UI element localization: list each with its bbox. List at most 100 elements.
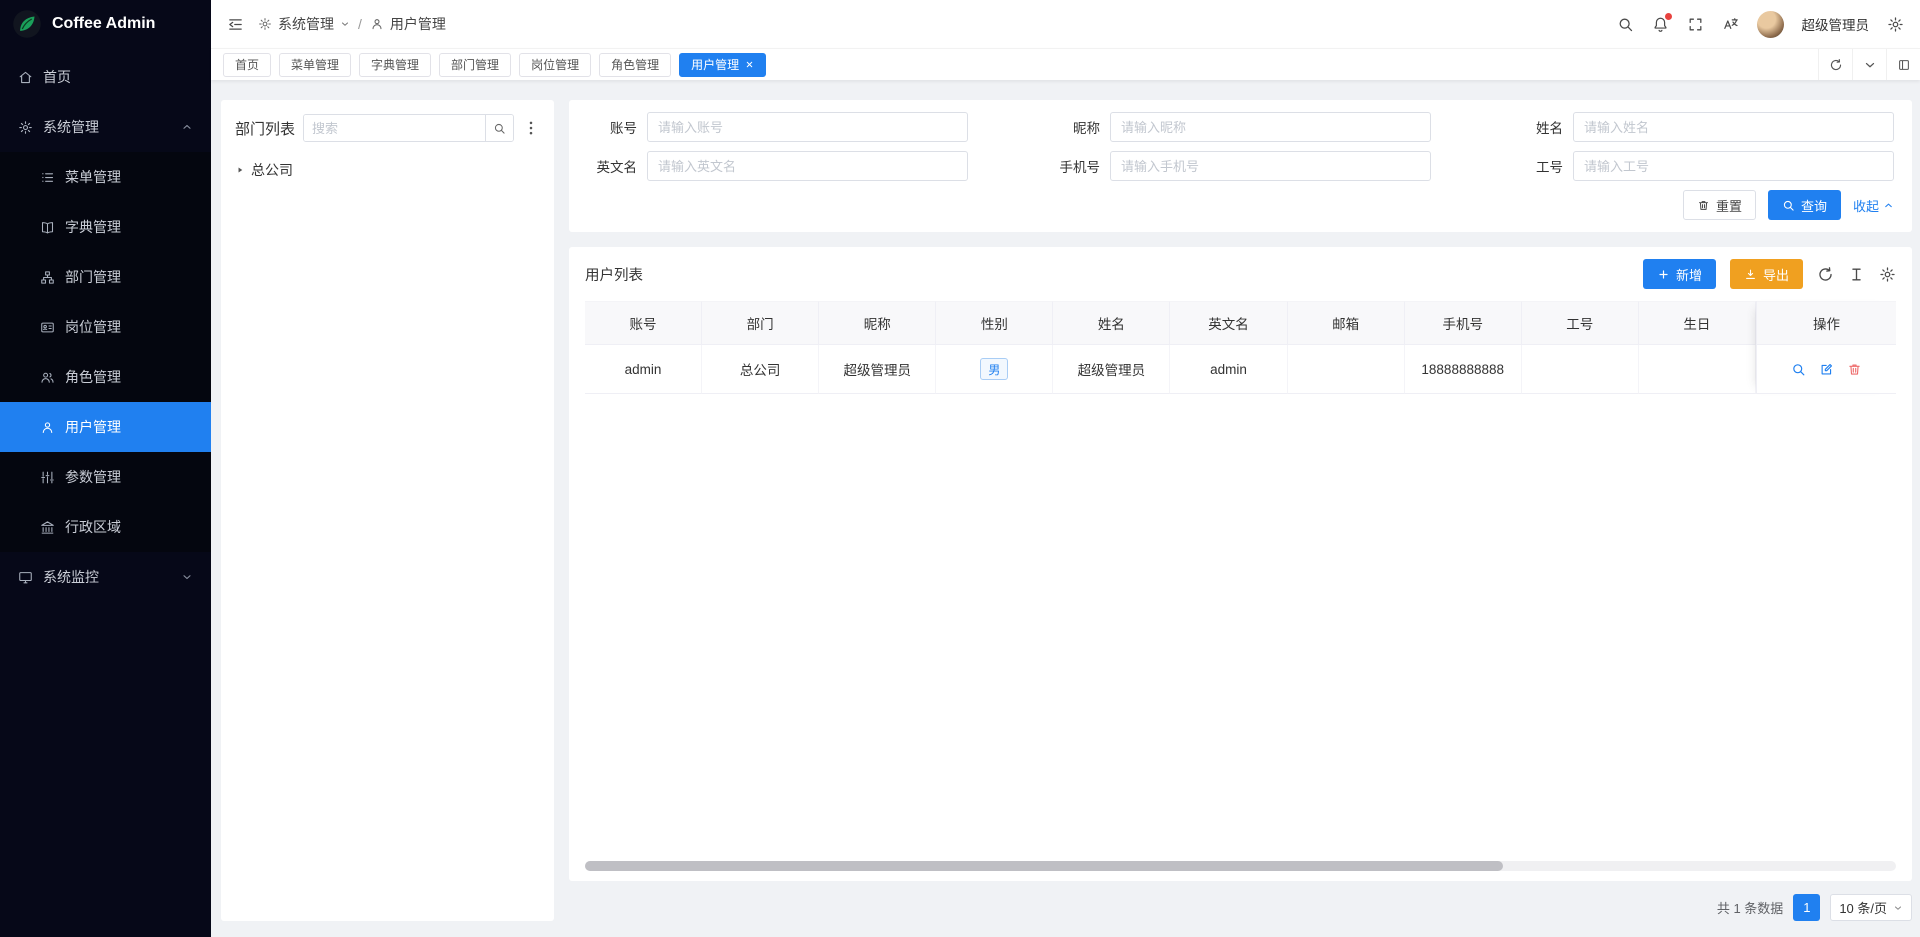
tab-menu-management[interactable]: 菜单管理 (279, 53, 351, 77)
department-search (303, 114, 514, 142)
total-count: 共 1 条数据 (1717, 898, 1783, 917)
sidebar-menu: 首页 系统管理 菜单管理 字典管理 部门管理 岗位管理 (0, 48, 211, 937)
refresh-icon[interactable] (1818, 49, 1852, 80)
chevron-down-icon[interactable] (1852, 49, 1886, 80)
tab-label: 岗位管理 (531, 56, 579, 73)
sidebar-item-param-management[interactable]: 参数管理 (0, 452, 211, 502)
sidebar-item-system-management[interactable]: 系统管理 (0, 102, 211, 152)
tab-role-management[interactable]: 角色管理 (599, 53, 671, 77)
settings-gear-icon[interactable] (1887, 16, 1904, 33)
sidebar-item-dict-management[interactable]: 字典管理 (0, 202, 211, 252)
book-icon (40, 220, 55, 235)
search-icon[interactable] (1617, 16, 1634, 33)
search-icon (1782, 199, 1795, 212)
breadcrumb-item-user[interactable]: 用户管理 (390, 14, 446, 34)
filter-field-english-name: 英文名 (583, 151, 968, 181)
caret-right-icon[interactable] (235, 165, 245, 175)
tab-home[interactable]: 首页 (223, 53, 271, 77)
sidebar-item-post-management[interactable]: 岗位管理 (0, 302, 211, 352)
delete-icon[interactable] (1847, 362, 1862, 377)
sidebar-item-system-monitor[interactable]: 系统监控 (0, 552, 211, 602)
english-name-input[interactable] (647, 151, 968, 181)
breadcrumb-item-system[interactable]: 系统管理 (278, 14, 334, 34)
table-empty-space (585, 394, 1896, 853)
horizontal-scrollbar[interactable] (585, 861, 1896, 871)
column-header-department: 部门 (702, 301, 819, 345)
sidebar-item-dept-management[interactable]: 部门管理 (0, 252, 211, 302)
department-search-input[interactable] (304, 115, 485, 141)
edit-icon[interactable] (1819, 362, 1834, 377)
collapse-filters-link[interactable]: 收起 (1853, 196, 1894, 215)
page-button-1[interactable]: 1 (1793, 894, 1820, 921)
field-label: 昵称 (1046, 117, 1110, 137)
translate-icon[interactable] (1722, 16, 1739, 33)
page-size-select[interactable]: 10 条/页 (1830, 894, 1912, 921)
notifications-button[interactable] (1652, 16, 1669, 33)
filter-field-name: 姓名 (1509, 112, 1894, 142)
search-icon (493, 122, 506, 135)
search-filter-card: 账号 昵称 姓名 英文名 (569, 100, 1912, 232)
sidebar-item-user-management[interactable]: 用户管理 (0, 402, 211, 452)
monitor-icon (18, 570, 33, 585)
tree-node-label: 总公司 (251, 160, 293, 180)
cell-email (1288, 345, 1405, 394)
sidebar-item-label: 字典管理 (65, 217, 121, 237)
add-button[interactable]: 新增 (1643, 259, 1716, 289)
cell-nickname: 超级管理员 (819, 345, 936, 394)
sidebar-item-label: 系统管理 (43, 117, 99, 137)
column-header-gender: 性别 (936, 301, 1053, 345)
table-body: 账号 部门 昵称 性别 姓名 英文名 邮箱 手机号 工号 生日 (585, 301, 1756, 394)
column-header-birthday: 生日 (1639, 301, 1756, 345)
user-avatar[interactable] (1757, 11, 1784, 38)
sidebar-item-admin-region[interactable]: 行政区域 (0, 502, 211, 552)
cell-account: admin (585, 345, 702, 394)
column-settings-gear-icon[interactable] (1879, 266, 1896, 283)
tab-label: 角色管理 (611, 56, 659, 73)
tab-label: 菜单管理 (291, 56, 339, 73)
column-header-email: 邮箱 (1288, 301, 1405, 345)
add-label: 新增 (1676, 265, 1702, 284)
query-button[interactable]: 查询 (1768, 190, 1841, 220)
org-icon (40, 270, 55, 285)
more-dots-icon[interactable] (522, 119, 540, 137)
close-icon[interactable] (745, 60, 754, 69)
work-no-input[interactable] (1573, 151, 1894, 181)
fullscreen-icon[interactable] (1687, 16, 1704, 33)
filter-field-phone: 手机号 (1046, 151, 1431, 181)
table-scroll-area[interactable]: 账号 部门 昵称 性别 姓名 英文名 邮箱 手机号 工号 生日 (585, 301, 1756, 394)
tab-label: 首页 (235, 56, 259, 73)
sidebar-item-home[interactable]: 首页 (0, 52, 211, 102)
view-icon[interactable] (1791, 362, 1806, 377)
tree-node-head-office[interactable]: 总公司 (235, 156, 540, 184)
breadcrumb-separator: / (358, 16, 362, 32)
tab-user-management[interactable]: 用户管理 (679, 53, 766, 77)
pagination: 共 1 条数据 1 10 条/页 (569, 894, 1912, 921)
reset-label: 重置 (1716, 196, 1742, 215)
tab-post-management[interactable]: 岗位管理 (519, 53, 591, 77)
name-input[interactable] (1573, 112, 1894, 142)
department-panel: 部门列表 总公司 (221, 100, 554, 921)
topbar: 系统管理 / 用户管理 超级管理员 (211, 0, 1920, 48)
chevron-up-icon (1883, 200, 1894, 211)
refresh-icon[interactable] (1817, 266, 1834, 283)
department-search-button[interactable] (485, 115, 513, 141)
sidebar-item-menu-management[interactable]: 菜单管理 (0, 152, 211, 202)
account-input[interactable] (647, 112, 968, 142)
table-row[interactable]: admin 总公司 超级管理员 男 超级管理员 admin 1888888888… (585, 345, 1756, 394)
cell-phone: 18888888888 (1405, 345, 1522, 394)
nickname-input[interactable] (1110, 112, 1431, 142)
sidebar-item-role-management[interactable]: 角色管理 (0, 352, 211, 402)
row-height-icon[interactable] (1848, 266, 1865, 283)
phone-input[interactable] (1110, 151, 1431, 181)
gender-tag: 男 (980, 358, 1008, 380)
scrollbar-thumb[interactable] (585, 861, 1503, 871)
user-name[interactable]: 超级管理员 (1802, 14, 1870, 34)
collapse-sidebar-icon[interactable] (227, 16, 244, 33)
tab-dict-management[interactable]: 字典管理 (359, 53, 431, 77)
chevron-down-icon (181, 571, 193, 583)
reset-button[interactable]: 重置 (1683, 190, 1756, 220)
layout-icon[interactable] (1886, 49, 1920, 80)
export-button[interactable]: 导出 (1730, 259, 1803, 289)
column-header-work-no: 工号 (1522, 301, 1639, 345)
tab-dept-management[interactable]: 部门管理 (439, 53, 511, 77)
